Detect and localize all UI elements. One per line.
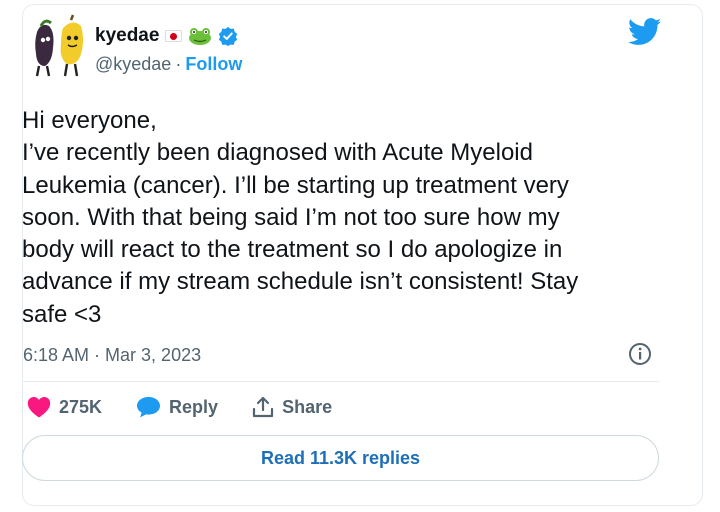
info-icon[interactable] bbox=[628, 342, 652, 366]
tweet-date: Mar 3, 2023 bbox=[105, 345, 202, 365]
read-replies-button[interactable]: Read 11.3K replies bbox=[22, 435, 659, 481]
timestamp-separator: · bbox=[94, 345, 101, 365]
share-button[interactable]: Share bbox=[252, 396, 332, 418]
reply-button[interactable]: Reply bbox=[136, 396, 218, 418]
author-handle[interactable]: @kyedae bbox=[95, 54, 171, 75]
like-button[interactable]: 275K bbox=[27, 396, 102, 418]
share-label: Share bbox=[282, 396, 333, 417]
tweet-timestamp[interactable]: 6:18 AM · Mar 3, 2023 bbox=[23, 345, 201, 366]
follow-link[interactable]: Follow bbox=[185, 54, 242, 75]
author-name-row: kyedae bbox=[95, 25, 238, 47]
divider bbox=[22, 381, 659, 382]
japan-flag-icon bbox=[165, 30, 183, 42]
tweet-text: Hi everyone, I’ve recently been diagnose… bbox=[22, 107, 579, 328]
frog-emoji-icon bbox=[189, 28, 212, 45]
author-display-name[interactable]: kyedae bbox=[95, 25, 159, 47]
verified-badge-icon bbox=[219, 26, 238, 46]
handle-separator: · bbox=[175, 54, 182, 74]
tweet-time: 6:18 AM bbox=[23, 345, 90, 365]
twitter-bird-icon[interactable] bbox=[628, 18, 662, 46]
share-icon bbox=[252, 396, 274, 418]
heart-icon bbox=[27, 397, 51, 418]
reply-label: Reply bbox=[169, 396, 219, 417]
tweet-actions: 275K Reply Share bbox=[27, 396, 366, 418]
author-handle-row: @kyedae · Follow bbox=[95, 54, 242, 75]
reply-bubble-icon bbox=[137, 397, 161, 418]
avatar[interactable] bbox=[27, 14, 89, 78]
like-count: 275K bbox=[59, 396, 103, 417]
